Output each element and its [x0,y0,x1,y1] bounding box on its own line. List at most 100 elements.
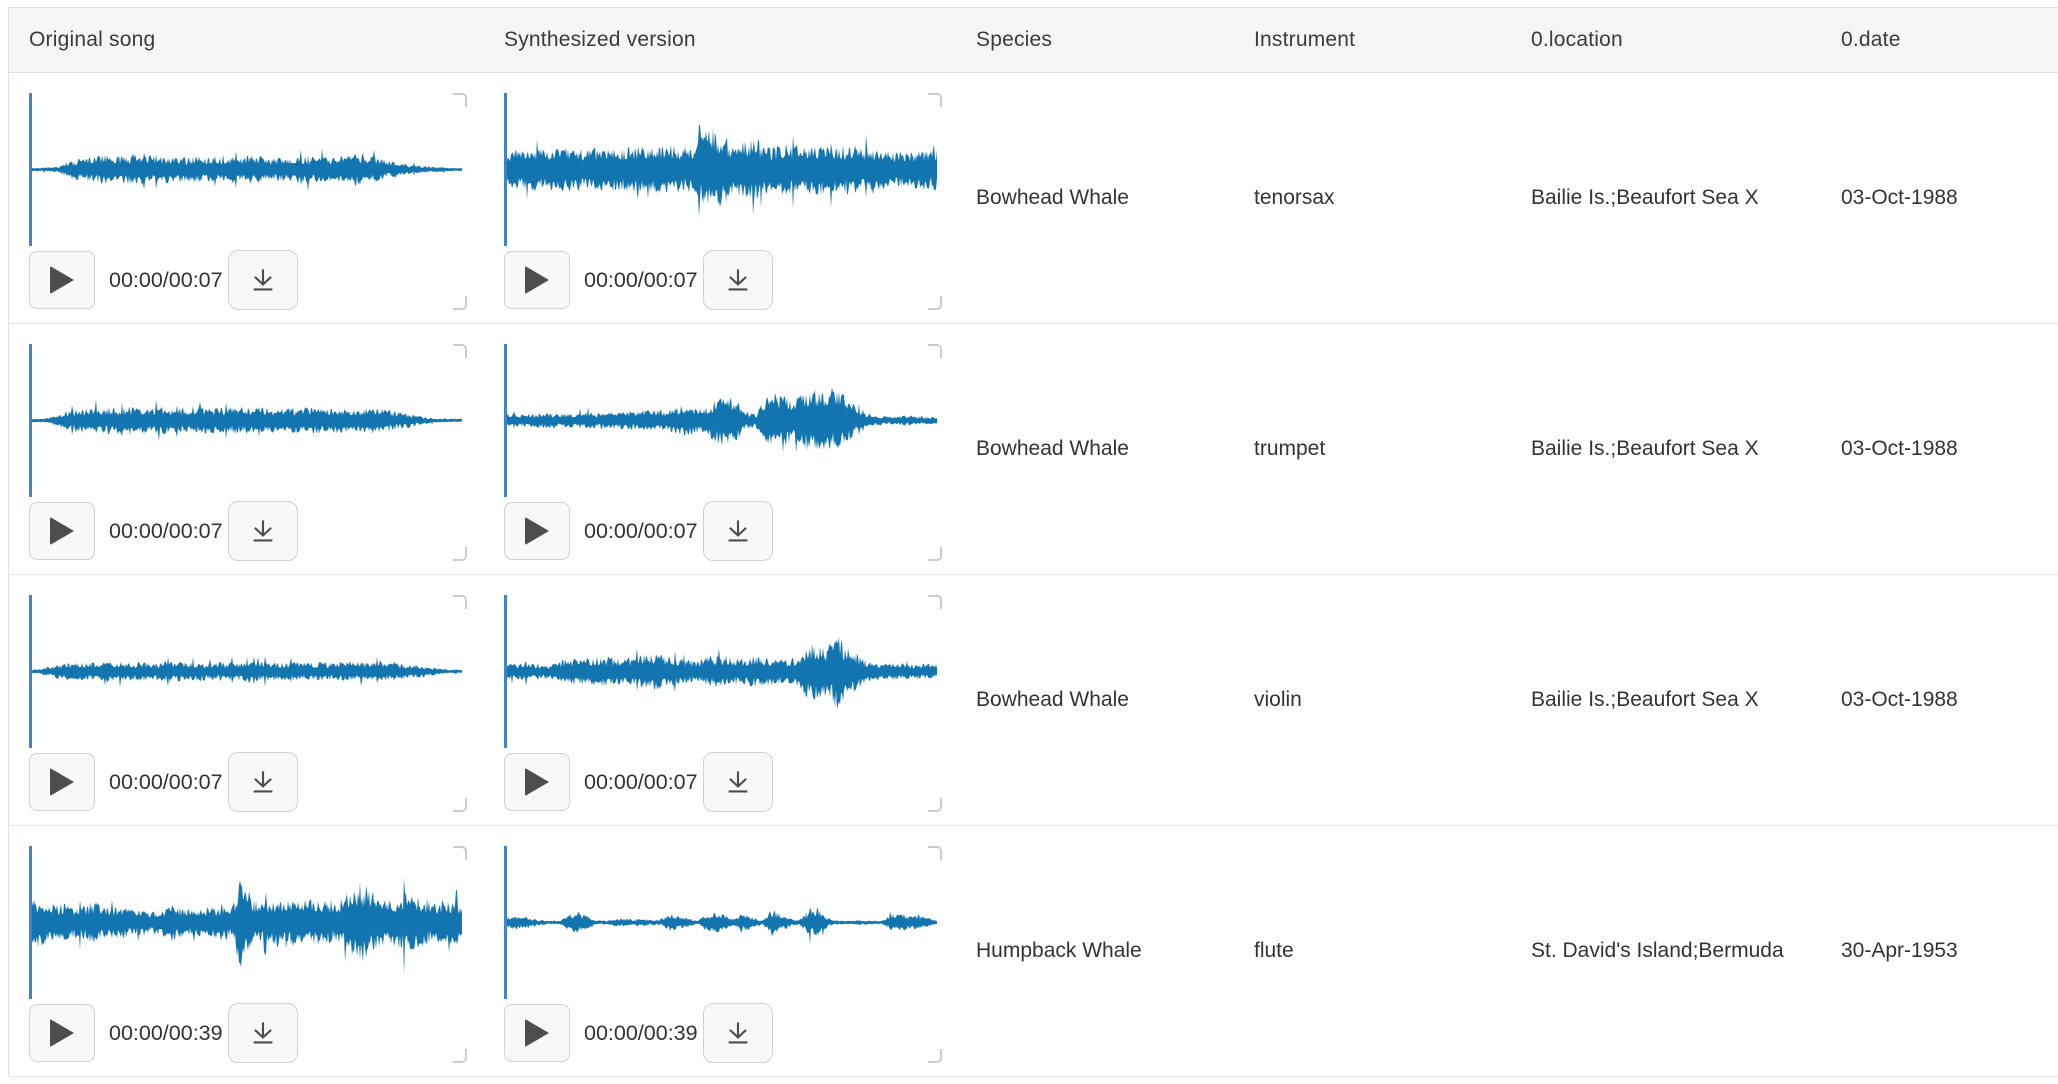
play-icon [525,1019,549,1047]
playback-cursor [504,595,507,748]
playback-cursor [504,846,507,999]
instrument-cell: flute [1234,826,1511,1076]
download-icon [248,767,278,797]
original-audio-player-waveform-area [29,595,462,748]
waveform[interactable] [29,344,462,497]
download-button[interactable] [228,752,298,812]
waveform[interactable] [504,344,937,497]
table-body: 00:00/00:0700:00/00:07Bowhead Whaletenor… [9,73,2058,1077]
time-display: 00:00/00:07 [584,770,703,795]
synthesized-audio-player: 00:00/00:07 [504,344,937,561]
download-icon [723,265,753,295]
download-button[interactable] [703,250,773,310]
species-cell: Bowhead Whale [956,575,1234,825]
playback-cursor [29,93,32,246]
download-button[interactable] [228,501,298,561]
column-header-original-song: Original song [9,8,484,72]
time-display: 00:00/00:07 [584,268,703,293]
synthesized-audio-player-controls: 00:00/00:07 [504,501,937,561]
table-row: 00:00/00:07 00:00/00:07 Bowhead Whalevioli… [9,575,2058,826]
location-cell: Bailie Is.;Beaufort Sea X [1511,324,1821,574]
original-audio-player: 00:00/00:07 [29,344,462,561]
play-button[interactable] [29,753,95,811]
location-cell: Bailie Is.;Beaufort Sea X [1511,575,1821,825]
download-button[interactable] [228,250,298,310]
download-icon [248,265,278,295]
species-cell: Bowhead Whale [956,73,1234,323]
time-display: 00:00/00:07 [584,519,703,544]
synthesized-audio-player-waveform-area [504,846,937,999]
play-icon [525,266,549,294]
play-button[interactable] [504,753,570,811]
time-display: 00:00/00:07 [109,519,228,544]
original-song-cell: 00:00/00:07 [9,73,484,323]
instrument-cell: violin [1234,575,1511,825]
column-header-location: 0.location [1511,8,1821,72]
playback-cursor [29,344,32,497]
waveform[interactable] [29,93,462,246]
synthesized-audio-player-controls: 00:00/00:07 [504,752,937,812]
original-audio-player-waveform-area [29,846,462,999]
instrument-cell: trumpet [1234,324,1511,574]
column-header-instrument: Instrument [1234,8,1511,72]
original-audio-player: 00:00/00:07 [29,595,462,812]
column-header-synthesized-version: Synthesized version [484,8,956,72]
synthesized-audio-player: 00:00/00:39 [504,846,937,1063]
original-song-cell: 00:00/00:39 [9,826,484,1076]
download-icon [248,516,278,546]
download-icon [723,767,753,797]
synthesized-audio-player: 00:00/00:07 [504,93,937,310]
waveform[interactable] [29,595,462,748]
time-display: 00:00/00:39 [584,1021,703,1046]
date-cell: 03-Oct-1988 [1821,575,2058,825]
date-cell: 03-Oct-1988 [1821,73,2058,323]
waveform[interactable] [504,595,937,748]
download-button[interactable] [703,752,773,812]
time-display: 00:00/00:39 [109,1021,228,1046]
download-icon [723,1018,753,1048]
synthesized-audio-player-waveform-area [504,595,937,748]
synthesized-audio-player-waveform-area [504,93,937,246]
synthesized-version-cell: 00:00/00:07 [484,324,956,574]
download-icon [248,1018,278,1048]
play-button[interactable] [504,1004,570,1062]
play-button[interactable] [504,251,570,309]
waveform[interactable] [504,846,937,999]
synthesized-version-cell: 00:00/00:39 [484,826,956,1076]
table-row: 00:00/00:3900:00/00:39Humpback Whaleflut… [9,826,2058,1077]
table-row: 00:00/00:0700:00/00:07Bowhead Whaletrump… [9,324,2058,575]
date-cell: 03-Oct-1988 [1821,324,2058,574]
time-display: 00:00/00:07 [109,770,228,795]
download-button[interactable] [228,1003,298,1063]
time-display: 00:00/00:07 [109,268,228,293]
original-audio-player-controls: 00:00/00:07 [29,250,462,310]
date-cell: 30-Apr-1953 [1821,826,2058,1076]
original-audio-player-controls: 00:00/00:07 [29,501,462,561]
download-button[interactable] [703,501,773,561]
playback-cursor [504,93,507,246]
play-icon [50,1019,74,1047]
play-icon [525,517,549,545]
play-button[interactable] [504,502,570,560]
table-header-row: Original song Synthesized version Specie… [9,8,2058,73]
original-audio-player: 00:00/00:07 [29,93,462,310]
column-header-date: 0.date [1821,8,2058,72]
column-header-species: Species [956,8,1234,72]
play-button[interactable] [29,502,95,560]
play-icon [525,768,549,796]
location-cell: Bailie Is.;Beaufort Sea X [1511,73,1821,323]
waveform[interactable] [504,93,937,246]
synthesized-version-cell: 00:00/00:07 [484,73,956,323]
original-audio-player-controls: 00:00/00:39 [29,1003,462,1063]
play-button[interactable] [29,1004,95,1062]
synthesized-audio-player-controls: 00:00/00:39 [504,1003,937,1063]
playback-cursor [29,595,32,748]
play-button[interactable] [29,251,95,309]
playback-cursor [504,344,507,497]
original-audio-player-waveform-area [29,93,462,246]
download-button[interactable] [703,1003,773,1063]
original-song-cell: 00:00/00:07 [9,324,484,574]
waveform[interactable] [29,846,462,999]
original-audio-player: 00:00/00:39 [29,846,462,1063]
play-icon [50,768,74,796]
